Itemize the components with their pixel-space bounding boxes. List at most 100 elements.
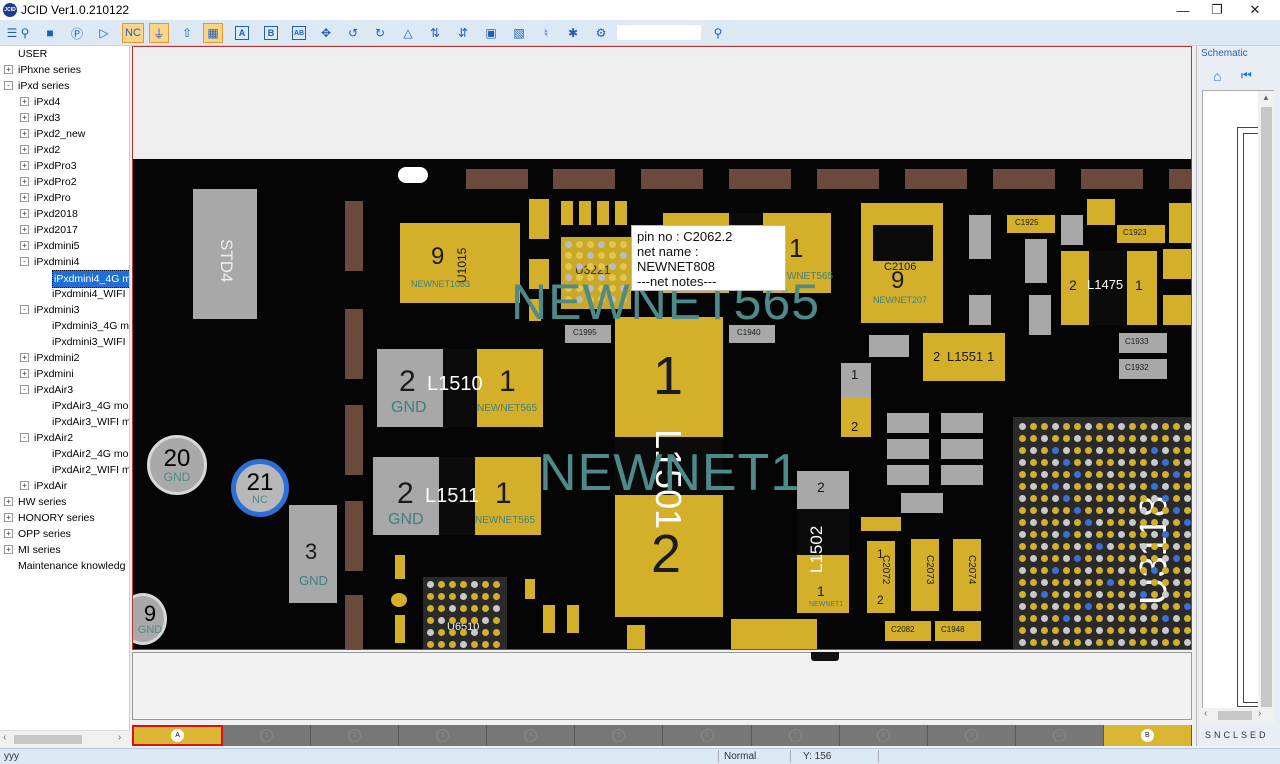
board-view[interactable]: STD4 9 U1015 NEWNET1083 U3221 1 NEWNET56… xyxy=(132,46,1192,650)
side-b-button[interactable]: B xyxy=(261,23,281,43)
expand-icon[interactable]: + xyxy=(4,513,13,522)
collapse-icon[interactable]: - xyxy=(20,433,29,442)
mirror-icon: △ xyxy=(403,26,413,40)
search-input[interactable] xyxy=(617,25,701,40)
layer-tab-a[interactable]: A xyxy=(132,725,224,746)
bga-ball xyxy=(598,252,605,259)
expand-icon[interactable]: + xyxy=(20,241,29,250)
bga-ball xyxy=(1107,579,1114,586)
layer-tab-3[interactable]: 3 xyxy=(399,725,488,746)
expand-icon[interactable]: + xyxy=(4,545,13,554)
bga-ball xyxy=(1041,471,1048,478)
expand-icon[interactable]: + xyxy=(4,497,13,506)
ground-button[interactable]: ⏚ xyxy=(149,23,169,43)
bga-ball xyxy=(620,263,627,270)
schematic-hscroll-thumb[interactable] xyxy=(1218,711,1252,720)
bga-ball xyxy=(1118,555,1125,562)
side-pad xyxy=(345,501,363,571)
schematic-vscroll-thumb[interactable] xyxy=(1261,107,1272,707)
layer-tab-7[interactable]: 7 xyxy=(752,725,840,746)
expand-icon[interactable]: + xyxy=(20,129,29,138)
component-button[interactable]: ▣ xyxy=(481,23,501,43)
scroll-right-icon[interactable]: › xyxy=(1258,708,1261,719)
layer-tab-6[interactable]: 6 xyxy=(663,725,752,746)
collapse-icon[interactable]: - xyxy=(4,81,13,90)
bga-ball xyxy=(565,241,572,248)
small-cap xyxy=(941,439,983,459)
expand-icon[interactable]: + xyxy=(20,225,29,234)
schematic-horizontal-scrollbar[interactable]: ‹ › xyxy=(1200,708,1274,723)
headphone-button[interactable]: ♮ xyxy=(536,23,556,43)
bga-ball xyxy=(1085,519,1092,526)
expand-icon[interactable]: + xyxy=(20,209,29,218)
rotate-right-button[interactable]: ↻ xyxy=(370,23,390,43)
scroll-up-icon[interactable]: ▲ xyxy=(1262,93,1270,102)
expand-icon[interactable]: + xyxy=(20,145,29,154)
pin-9[interactable]: 9 GND xyxy=(133,593,167,645)
expand-icon[interactable]: + xyxy=(4,65,13,74)
expand-icon[interactable]: + xyxy=(20,353,29,362)
side-pad xyxy=(345,595,363,649)
home-icon[interactable]: ⌂ xyxy=(1213,68,1221,84)
diode-button[interactable]: ▷ xyxy=(94,23,114,43)
voltage-button[interactable]: Ⓟ xyxy=(67,23,87,43)
layer-tab-8[interactable]: 8 xyxy=(840,725,928,746)
bga-ball xyxy=(1140,603,1147,610)
collapse-icon[interactable]: - xyxy=(20,305,29,314)
layer-tab-b[interactable]: B xyxy=(1103,725,1192,746)
tree-item-label: iPhxne series xyxy=(18,64,82,76)
layer-tab-5[interactable]: 5 xyxy=(575,725,664,746)
expand-icon[interactable]: + xyxy=(20,177,29,186)
pin-21[interactable]: 21 NC xyxy=(231,459,289,517)
rotate-left-button[interactable]: ↺ xyxy=(343,23,363,43)
bga-ball xyxy=(1074,615,1081,622)
minimize-button[interactable]: — xyxy=(1164,0,1202,20)
first-page-icon[interactable]: ⏮ xyxy=(1241,68,1252,83)
collapse-icon[interactable]: - xyxy=(20,257,29,266)
side-ab-button[interactable]: AB xyxy=(289,23,309,43)
layer-tab-4[interactable]: 4 xyxy=(487,725,576,746)
schematic-vertical-scrollbar[interactable]: ▲ ▼ xyxy=(1258,91,1275,723)
swap-button[interactable]: ⇵ xyxy=(453,23,473,43)
layer-button[interactable]: ▦ xyxy=(203,23,223,43)
expand-icon[interactable]: + xyxy=(4,529,13,538)
scroll-right-icon[interactable]: › xyxy=(118,732,121,743)
up-button[interactable]: ⇧ xyxy=(177,23,197,43)
bga-ball xyxy=(1096,471,1103,478)
layer-tab-9[interactable]: 9 xyxy=(928,725,1016,746)
pin-button[interactable]: ▧ xyxy=(509,23,529,43)
u6510-component[interactable] xyxy=(423,577,507,649)
layer-tab-1[interactable]: 1 xyxy=(223,725,312,746)
collapse-icon[interactable]: - xyxy=(20,385,29,394)
expand-icon[interactable]: + xyxy=(20,369,29,378)
close-button[interactable]: ✕ xyxy=(1236,0,1274,20)
scroll-left-icon[interactable]: ‹ xyxy=(1204,708,1207,719)
mirror-button[interactable]: △ xyxy=(398,23,418,43)
bga-ball xyxy=(1140,579,1147,586)
panel-resize-handle[interactable] xyxy=(811,652,839,661)
search-button[interactable]: ⚲ xyxy=(708,23,728,43)
expand-icon[interactable]: + xyxy=(20,481,29,490)
settings-button[interactable]: ⚙ xyxy=(591,23,611,43)
tree-scroll-thumb[interactable] xyxy=(14,735,82,744)
zoom-search-button[interactable]: ⚲ xyxy=(15,23,35,43)
nc-button[interactable]: NC xyxy=(122,23,144,43)
c2074-ref: C2074 xyxy=(966,555,977,585)
maximize-button[interactable]: ❐ xyxy=(1198,0,1236,20)
bga-ball xyxy=(1041,495,1048,502)
side-a-button[interactable]: A xyxy=(232,23,252,43)
expand-icon[interactable]: + xyxy=(20,161,29,170)
pin-20[interactable]: 20 GND xyxy=(147,435,207,495)
expand-icon[interactable]: + xyxy=(20,97,29,106)
move-button[interactable]: ✥ xyxy=(316,23,336,43)
scroll-left-icon[interactable]: ‹ xyxy=(3,732,6,743)
bga-ball xyxy=(1107,483,1114,490)
flip-button[interactable]: ⇅ xyxy=(425,23,445,43)
layer-tab-2[interactable]: 2 xyxy=(311,725,400,746)
expand-icon[interactable]: + xyxy=(20,193,29,202)
expand-icon[interactable]: + xyxy=(20,113,29,122)
tree-horizontal-scrollbar[interactable]: ‹ › xyxy=(0,730,130,747)
layer-tab-10[interactable]: 10 xyxy=(1016,725,1104,746)
bluetooth-button[interactable]: ✱ xyxy=(563,23,583,43)
select-button[interactable]: ■ xyxy=(40,23,60,43)
